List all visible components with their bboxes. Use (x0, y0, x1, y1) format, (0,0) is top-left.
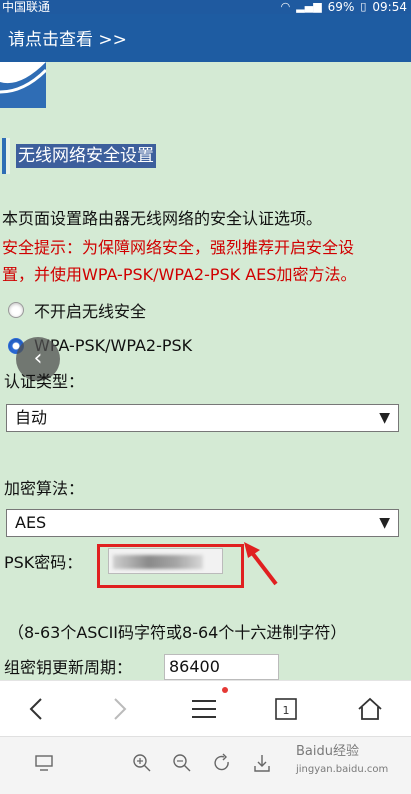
wifi-icon: ◠ (280, 0, 291, 13)
hamburger-icon (192, 700, 216, 718)
home-button[interactable] (340, 681, 400, 737)
browser-nav-bar: 1 (0, 680, 411, 736)
router-logo (0, 62, 46, 108)
baidu-watermark: Baidu经验 jingyan.baidu.com (296, 743, 388, 779)
zoom-out-button[interactable] (172, 753, 196, 777)
chevron-left-icon (29, 698, 42, 720)
status-indicators: ◠ ▂▄▆ 69% ▯ 09:54 (281, 0, 407, 14)
page-description: 本页面设置路由器无线网络的安全认证选项。 (2, 209, 323, 228)
psk-hint: （8-63个ASCII码字符或8-64个十六进制字符） (8, 623, 347, 642)
desktop-mode-button[interactable] (34, 753, 58, 777)
download-button[interactable] (252, 753, 276, 777)
header-banner: 请点击查看 >> (0, 14, 411, 62)
download-icon (254, 755, 270, 772)
watermark-text: Baidu经验 (296, 744, 359, 759)
chevron-right-icon (114, 698, 127, 720)
security-warning-line-1: 安全提示：为保障网络安全，强烈推荐开启安全设 (2, 238, 355, 257)
radio-no-security[interactable] (8, 302, 24, 318)
status-bar: 中国联通 ◠ ▂▄▆ 69% ▯ 09:54 (0, 0, 411, 14)
refresh-button[interactable] (212, 753, 236, 777)
battery-percent: 69% (327, 0, 355, 14)
zoom-in-button[interactable] (132, 753, 156, 777)
auth-type-select[interactable]: 自动 ▼ (6, 404, 399, 432)
browser-toolbar: Baidu经验 jingyan.baidu.com (0, 736, 411, 794)
signal-icon: ▂▄▆ (296, 0, 322, 13)
menu-button[interactable] (174, 681, 234, 737)
group-key-input[interactable]: 86400 (164, 654, 279, 680)
encryption-select[interactable]: AES ▼ (6, 509, 399, 537)
dropdown-arrow-icon: ▼ (379, 515, 390, 531)
encryption-label: 加密算法： (4, 479, 85, 498)
tabs-button[interactable]: 1 (256, 681, 316, 737)
carrier-label: 中国联通 (2, 0, 51, 14)
security-warning-line-2: 置，并使用WPA-PSK/WPA2-PSK AES加密方法。 (2, 265, 357, 284)
option-no-security[interactable]: 不开启无线安全 (8, 298, 146, 322)
section-title: 无线网络安全设置 (16, 144, 156, 168)
zoom-in-icon (133, 754, 151, 772)
clock: 09:54 (372, 0, 407, 14)
annotation-highlight-box (97, 544, 244, 588)
annotation-arrow-icon (244, 542, 278, 586)
battery-icon: ▯ (360, 0, 367, 13)
auth-type-value: 自动 (15, 408, 48, 427)
chevron-left-icon: ‹ (33, 346, 43, 371)
tab-count: 1 (283, 704, 290, 717)
back-button[interactable] (6, 681, 66, 737)
notification-dot (222, 687, 228, 693)
option-no-security-label: 不开启无线安全 (34, 302, 147, 321)
desktop-icon (35, 755, 53, 771)
home-icon (358, 697, 382, 720)
zoom-out-icon (173, 754, 191, 772)
auth-type-label: 认证类型： (4, 372, 85, 391)
watermark-url: jingyan.baidu.com (296, 764, 389, 775)
encryption-value: AES (15, 513, 47, 532)
dropdown-arrow-icon: ▼ (379, 410, 390, 426)
group-key-label: 组密钥更新周期： (4, 658, 133, 677)
view-more-link[interactable]: 请点击查看 >> (8, 30, 127, 50)
psk-password-label: PSK密码： (4, 553, 83, 572)
tabs-icon: 1 (275, 698, 297, 720)
refresh-icon (214, 753, 229, 771)
section-accent (2, 138, 10, 174)
forward-button[interactable] (90, 681, 150, 737)
